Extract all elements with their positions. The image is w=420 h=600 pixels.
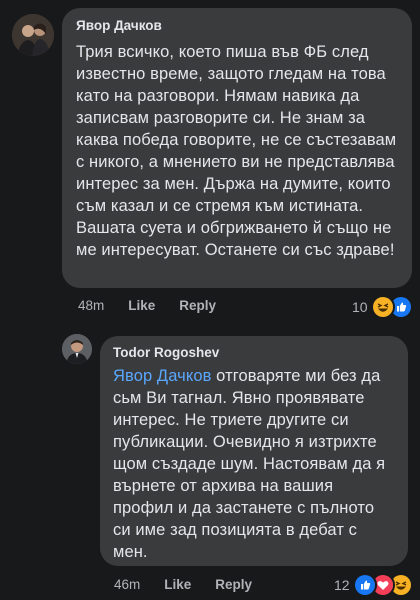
comment-author[interactable]: Явор Дачков [76,18,400,33]
like-button[interactable]: Like [128,298,155,313]
like-button[interactable]: Like [164,577,191,592]
reaction-summary[interactable]: 12 [334,573,413,597]
comment-bubble: Явор Дачков Трия всичко, което пиша във … [62,8,412,288]
comment-text: Явор Дачков отговаряте ми без да сьм Ви … [113,365,396,563]
reaction-count: 10 [352,299,368,315]
comment-actions: 48m Like Reply [78,298,240,313]
reaction-count: 12 [334,577,350,593]
comment-actions: 46m Like Reply [114,577,276,592]
comment-text: Трия всичко, което пиша във ФБ след изве… [76,43,397,259]
like-icon [352,573,377,597]
comment-timestamp[interactable]: 46m [114,577,140,592]
comment-bubble: Todor Rogoshev Явор Дачков отговаряте ми… [100,336,408,566]
reply-button[interactable]: Reply [179,298,216,313]
mention-link[interactable]: Явор Дачков [113,367,211,385]
avatar-photo-icon [12,14,54,56]
comment-author[interactable]: Todor Rogoshev [113,345,396,360]
avatar[interactable] [62,334,92,364]
avatar[interactable] [12,14,54,56]
reply-button[interactable]: Reply [215,577,252,592]
comment-timestamp[interactable]: 48m [78,298,104,313]
reaction-summary[interactable]: 10 [352,295,413,319]
haha-icon [370,295,395,319]
comment-body: отговаряте ми без да сьм Ви тагнал. Явно… [113,367,386,561]
avatar-photo-icon [62,334,92,364]
